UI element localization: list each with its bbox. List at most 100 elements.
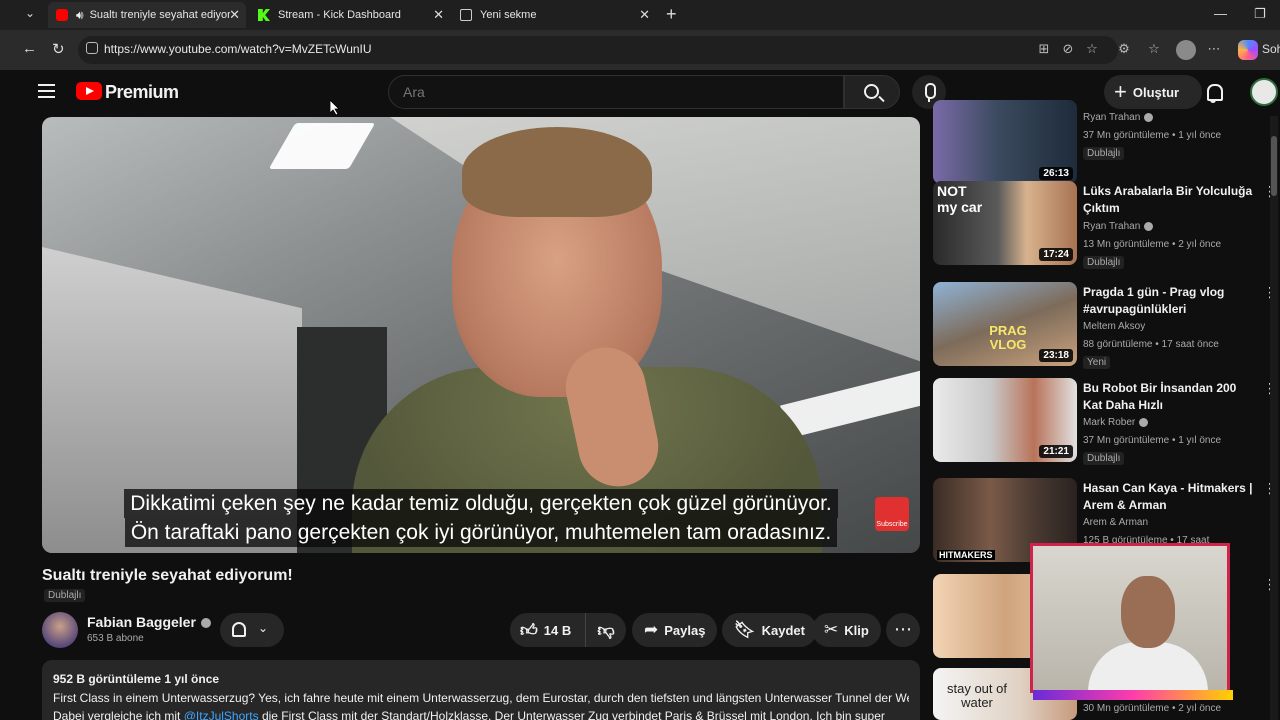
browser-tab-bar: ⌄ 🔊︎ Sualtı treniyle seyahat ediyorum ✕ … [0,0,1280,30]
search-box[interactable] [388,75,844,109]
back-arrow-icon[interactable]: ← [22,40,37,57]
favorite-star-icon[interactable]: ☆ [1084,41,1100,57]
copilot-icon[interactable] [1238,40,1258,60]
verified-icon [1139,417,1149,427]
url-text: https://www.youtube.com/watch?v=MvZETcWu… [104,42,372,56]
close-tab-icon[interactable]: ✕ [229,7,240,23]
close-tab-icon[interactable]: ✕ [639,7,650,23]
favorites-icon[interactable]: ☆ [1146,41,1162,57]
description-text: die First Class mit der Standart/Holzkla… [258,709,885,720]
video-thumbnail[interactable]: PRAG VLOG 23:18 [933,282,1077,366]
create-button[interactable]: + Oluştur [1104,75,1202,109]
search-icon [864,84,879,99]
dubbed-badge: Dublajlı [1083,452,1125,465]
tracking-prevention-icon[interactable]: ⊘ [1060,41,1076,57]
tab-kick[interactable]: Stream - Kick Dashboard ✕ [250,2,450,28]
recommended-title[interactable]: Bu Robot Bir İnsandan 200 Kat Daha Hızlı [1083,380,1253,414]
newtab-icon [460,9,472,21]
recommended-title[interactable]: Hasan Can Kaya - Hitmakers | Arem & Arma… [1083,480,1253,514]
recommended-channel: Ryan Trahan [1083,112,1154,123]
channel-name-text[interactable]: Fabian Baggeler [87,614,196,630]
scrollbar-thumb[interactable] [1271,136,1277,196]
menu-icon[interactable] [38,84,55,98]
recommended-channel: Ryan Trahan [1083,221,1154,232]
recommended-channel: Arem & Arman [1083,517,1149,528]
verified-icon [1144,221,1154,231]
recommended-channel: Mark Rober [1083,417,1149,428]
like-button[interactable]: 👍︎ 14 B [510,613,586,647]
youtube-header: Premium + Oluştur [14,70,1280,116]
create-label: Oluştur [1132,84,1180,100]
youtube-logo-icon[interactable] [76,82,102,100]
tab-title: Stream - Kick Dashboard [278,9,401,21]
account-avatar[interactable] [1250,78,1278,106]
plus-icon: + [1114,79,1127,104]
caption-line: Ön taraftaki pano gerçekten çok iyi görü… [124,518,838,547]
video-title: Sualtı treniyle seyahat ediyorum! [42,567,293,584]
dubbed-badge: Dublajlı [44,589,86,602]
description-box[interactable]: 952 B görüntüleme 1 yıl önce First Class… [42,660,920,720]
verified-icon [1144,112,1154,122]
channel-text: Ryan Trahan [1083,112,1141,123]
bookmark-icon: 🔖︎ [734,620,756,639]
channel-name[interactable]: Fabian Baggeler [87,614,211,630]
maximize-icon[interactable]: ❐ [1254,6,1266,22]
thumbnail-text: HITMAKERS [937,550,995,560]
url-field[interactable]: https://www.youtube.com/watch?v=MvZETcWu… [78,36,1118,64]
new-tab-plus-icon[interactable]: + [666,4,677,25]
tab-list-chevron-icon[interactable]: ⌄ [18,6,42,24]
profile-avatar[interactable] [1176,40,1196,60]
recommended-views: 88 görüntüleme • 17 saat önce [1083,339,1219,350]
minimize-icon[interactable]: — [1214,6,1227,21]
kick-icon [258,9,270,21]
close-tab-icon[interactable]: ✕ [433,7,444,23]
share-label: Paylaş [664,622,706,638]
video-frame-light [780,369,920,439]
channel-avatar[interactable] [42,612,78,648]
thumbs-up-icon: 👍︎ [520,620,538,640]
video-frame-light [268,123,376,169]
clip-button[interactable]: ✂ Klip [812,613,881,647]
video-thumbnail[interactable]: 26:13 [933,100,1077,184]
recommended-views: 13 Mn görüntüleme • 2 yıl önce [1083,239,1222,250]
tab-new[interactable]: Yeni sekme ✕ [452,2,656,28]
duration-badge: 23:18 [1039,349,1073,362]
brand-label[interactable]: Premium [105,82,179,103]
speaker-icon[interactable]: 🔊︎ [76,8,84,23]
recommended-views: 37 Mn görüntüleme • 1 yıl önce [1083,130,1222,141]
copilot-label: Soh [1262,42,1280,56]
subscription-bell-button[interactable]: ⌄ [220,613,284,647]
subscribe-watermark[interactable]: Subscribe [875,497,909,531]
page-scrollbar[interactable] [1270,116,1278,720]
more-actions-icon[interactable]: ⋯ [886,613,920,647]
description-text: Dabei vergleiche ich mit [53,709,184,720]
mouse-cursor-icon [330,100,340,116]
reload-icon[interactable]: ↻ [52,40,65,58]
more-menu-icon[interactable]: ⋯ [1206,41,1222,57]
channel-mention-link[interactable]: @ItzJulShorts [184,709,259,720]
apps-icon[interactable]: ⊞ [1036,41,1052,57]
chevron-down-icon: ⌄ [258,621,269,635]
clip-label: Klip [844,622,869,638]
bell-icon [232,622,246,637]
extensions-icon[interactable]: ⚙ [1116,41,1132,57]
subscriber-count: 653 B abone [87,633,144,644]
recommended-title[interactable]: Lüks Arabalarla Bir Yolculuğa Çıktım [1083,183,1253,217]
search-button[interactable] [844,75,900,109]
video-player[interactable]: Dikkatimi çeken şey ne kadar temiz olduğ… [42,117,920,553]
webcam-person-shirt [1088,642,1208,696]
notifications-bell-icon[interactable] [1204,82,1224,104]
share-button[interactable]: ➦ Paylaş [632,613,718,647]
dislike-button[interactable]: 👎︎ [586,620,626,641]
video-thumbnail[interactable]: 21:21 [933,378,1077,462]
scissors-icon: ✂ [824,620,839,639]
duration-badge: 26:13 [1039,167,1073,180]
tab-youtube[interactable]: 🔊︎ Sualtı treniyle seyahat ediyorum ✕ [48,2,246,28]
site-info-icon[interactable] [86,42,98,54]
save-button[interactable]: 🔖︎ Kaydet [722,613,817,647]
search-input[interactable] [403,84,803,100]
video-thumbnail[interactable]: NOT my car 17:24 [933,181,1077,265]
channel-text: Ryan Trahan [1083,221,1141,232]
tab-title: Sualtı treniyle seyahat ediyorum [89,9,230,21]
recommended-title[interactable]: Pragda 1 gün - Prag vlog #avrupagünlükle… [1083,284,1253,318]
